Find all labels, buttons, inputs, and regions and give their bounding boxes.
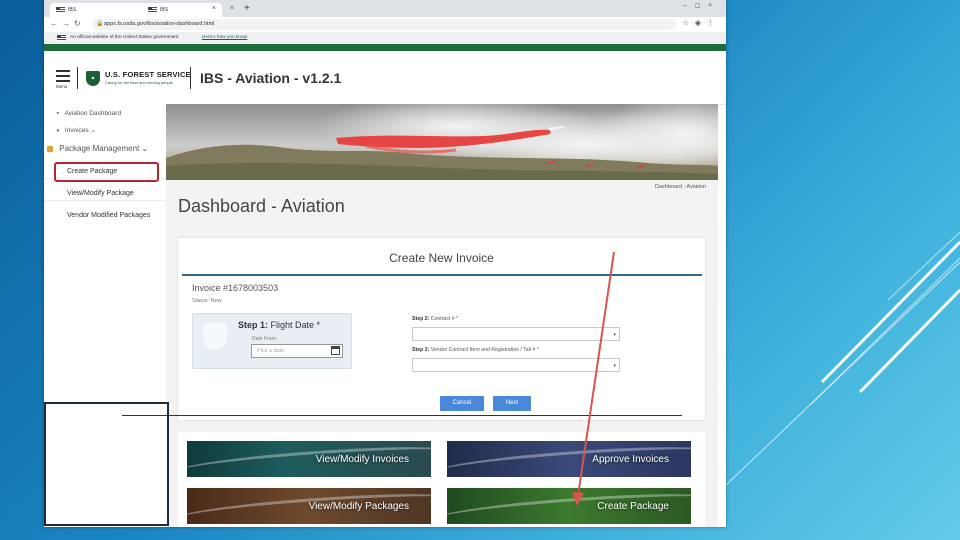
step2-text: Contract # *: [430, 316, 459, 322]
tile-label: Approve Invoices: [592, 453, 669, 465]
toolbar-icons[interactable]: ☆◉⋮: [683, 19, 720, 27]
agency-tagline: Caring for the land and serving people: [105, 80, 173, 85]
us-flag-icon: [57, 35, 66, 41]
create-package-highlight: [54, 162, 159, 182]
step1-label: Step 1: Flight Date *: [238, 320, 320, 330]
tab-label: IBS: [160, 7, 169, 13]
lock-icon: 🔒: [96, 21, 104, 27]
agency-name: U.S. FOREST SERVICE: [105, 70, 191, 79]
forest-service-shield-icon: [203, 323, 227, 350]
sidebar-item-label: View/Modify Package: [67, 190, 134, 197]
tile-label: Create Package: [597, 500, 669, 512]
breadcrumb[interactable]: Dashboard - Aviation: [655, 184, 706, 190]
gov-banner-text: An official website of the United States…: [70, 35, 179, 40]
vendor-item-select[interactable]: ▾: [412, 358, 620, 372]
us-flag-icon: [148, 7, 157, 13]
browser-toolbar: ← → ↻ 🔒 apps.fs.usda.gov/ibs/aviation-da…: [44, 17, 726, 33]
tile-label: View/Modify Invoices: [315, 453, 409, 465]
page-title: Dashboard - Aviation: [178, 196, 345, 216]
step3-label: Step 3: Vendor Contract Item and Registr…: [412, 347, 539, 353]
browser-tab-2[interactable]: IBS ×: [142, 3, 240, 17]
dashboard-icon: ◓: [56, 111, 60, 117]
us-flag-icon: [56, 7, 65, 13]
sidebar-item-label: Vendor Modified Packages: [67, 212, 151, 219]
invoice-status: Status: New: [192, 298, 222, 304]
sidebar-item-label: Invoices: [64, 127, 89, 134]
sidebar-item-package-management[interactable]: Package Management ⌄: [44, 143, 166, 155]
sidebar-item-invoices[interactable]: ◕ Invoices ⌄: [44, 125, 166, 137]
contract-select[interactable]: ▾: [412, 327, 620, 341]
back-icon[interactable]: ←: [50, 19, 58, 29]
hero-banner: [166, 104, 718, 180]
forward-icon[interactable]: →: [62, 19, 70, 29]
dashboard-tiles: View/Modify Invoices Approve Invoices Vi…: [178, 432, 705, 527]
tile-view-modify-invoices[interactable]: View/Modify Invoices: [187, 441, 431, 477]
caret-down-icon: ▾: [613, 363, 616, 369]
step3-text: Vendor Contract Item and Registration / …: [430, 347, 539, 353]
step2-label: Step 2: Contract # *: [412, 316, 458, 322]
sidebar: ◓ Aviation Dashboard ◕ Invoices ⌄ Packag…: [44, 104, 167, 230]
tile-approve-invoices[interactable]: Approve Invoices: [447, 441, 691, 477]
create-invoice-card: Create New Invoice Invoice #1678003503 S…: [178, 238, 705, 420]
divider: [190, 67, 191, 89]
sidebar-item-label: Aviation Dashboard: [64, 110, 122, 117]
annotation-line: [122, 415, 682, 416]
air-tanker-image: [166, 104, 718, 180]
step3-prefix: Step 3:: [412, 347, 430, 353]
step2-prefix: Step 2:: [412, 316, 430, 322]
app-title: IBS - Aviation - v1.2.1: [200, 70, 342, 86]
invoice-icon: ◕: [56, 128, 60, 134]
cancel-button[interactable]: Cancel: [440, 396, 484, 411]
invoice-number: Invoice #1678003503: [192, 283, 279, 293]
app-header: Menu ▲ U.S. FOREST SERVICE Caring for th…: [44, 51, 726, 105]
card-title: Create New Invoice: [389, 251, 494, 265]
menu-label: Menu: [56, 84, 68, 89]
browser-tab-bar: IBS × IBS × + –▢×: [44, 0, 726, 17]
sidebar-item-label: Package Management: [59, 144, 140, 153]
sidebar-item-view-modify-package[interactable]: View/Modify Package: [44, 188, 166, 201]
reload-icon[interactable]: ↻: [74, 19, 81, 29]
close-tab-icon[interactable]: ×: [230, 5, 234, 12]
url-text: apps.fs.usda.gov/ibs/aviation-dashboard.…: [104, 21, 215, 27]
caret-down-icon: ▾: [613, 332, 616, 338]
annotation-box: [44, 402, 169, 526]
new-tab-icon[interactable]: +: [244, 3, 250, 15]
step1-prefix: Step 1:: [238, 320, 269, 330]
flight-date-input[interactable]: Pick a date: [251, 344, 343, 358]
sidebar-item-vendor-modified-packages[interactable]: Vendor Modified Packages: [44, 210, 166, 222]
package-icon: [47, 146, 53, 152]
menu-button[interactable]: Menu: [56, 70, 70, 89]
next-button[interactable]: Next: [493, 396, 531, 411]
window-controls[interactable]: –▢×: [683, 2, 720, 9]
browser-window: IBS × IBS × + –▢× ← → ↻ 🔒 apps.fs.usda.g…: [44, 0, 726, 527]
gov-banner: An official website of the United States…: [44, 32, 726, 44]
tab-label: IBS: [68, 7, 77, 13]
tile-label: View/Modify Packages: [308, 500, 409, 512]
step1-text: Flight Date *: [270, 320, 321, 330]
chevron-down-icon: ⌄: [141, 144, 149, 153]
date-from-label: Date From:: [252, 336, 278, 342]
chevron-down-icon: ⌄: [90, 127, 96, 134]
hamburger-icon: [56, 70, 70, 72]
calendar-icon[interactable]: [331, 346, 340, 355]
card-divider: [182, 274, 702, 276]
green-bar: [44, 44, 726, 51]
tile-create-package[interactable]: Create Package: [447, 488, 691, 524]
tile-view-modify-packages[interactable]: View/Modify Packages: [187, 488, 431, 524]
divider: [77, 67, 78, 89]
address-bar[interactable]: 🔒 apps.fs.usda.gov/ibs/aviation-dashboar…: [92, 19, 676, 30]
sidebar-item-aviation-dashboard[interactable]: ◓ Aviation Dashboard: [44, 108, 166, 120]
heres-how-link[interactable]: Here's how you know: [202, 35, 247, 40]
forest-service-shield-icon: ▲: [86, 71, 100, 86]
